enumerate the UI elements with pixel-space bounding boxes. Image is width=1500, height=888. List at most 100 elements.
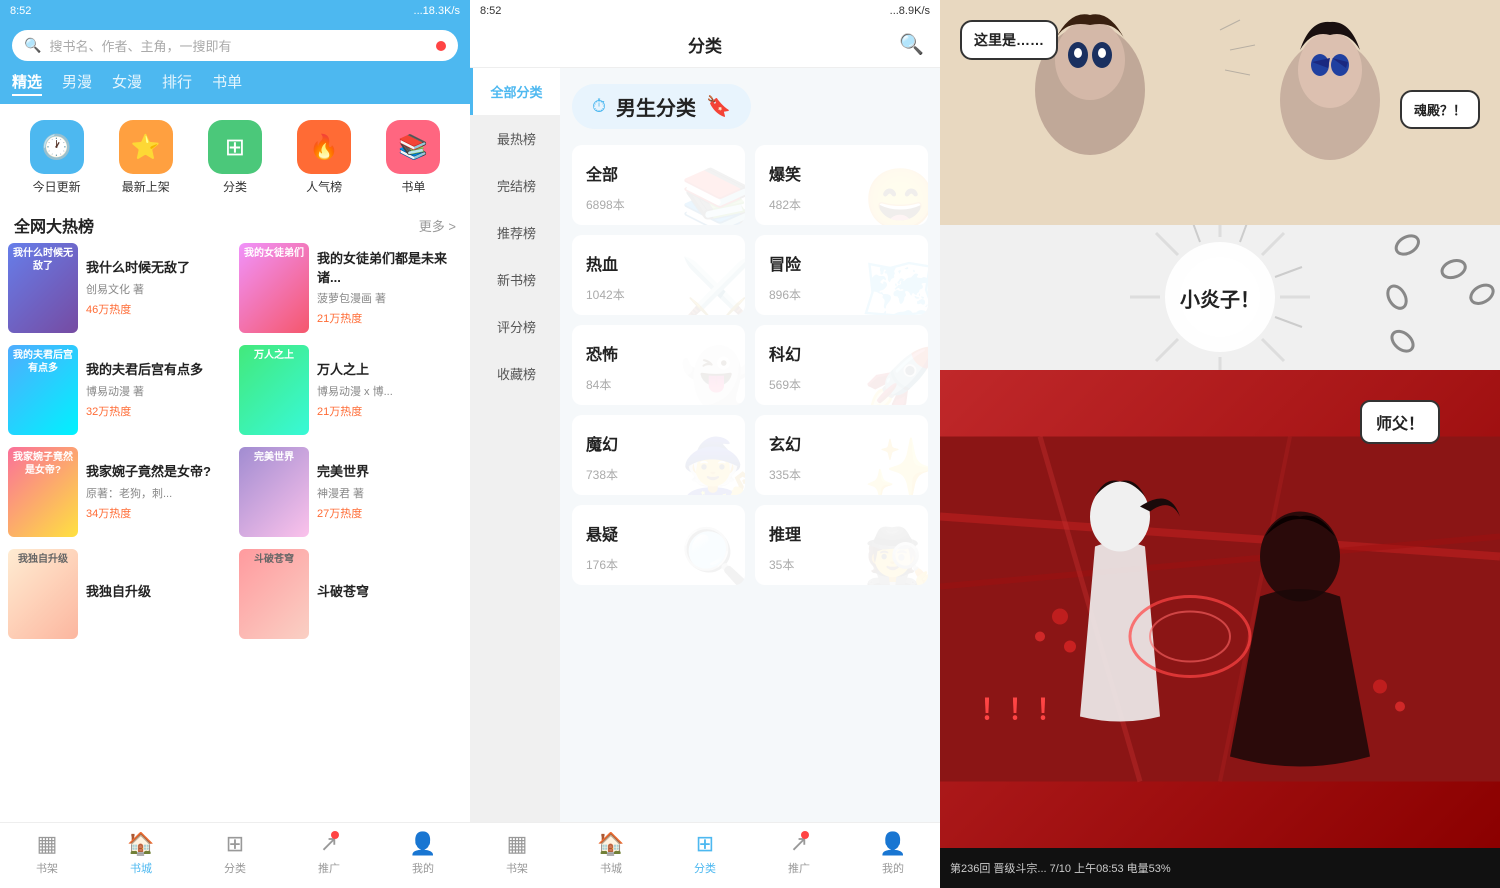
book-heat-6: 27万热度 — [317, 505, 462, 521]
cat-section-icon: ⏱ — [592, 96, 606, 117]
shelf-icon-1: ▦ — [37, 831, 58, 857]
nav-share-2[interactable]: ↗ 推广 — [752, 831, 846, 876]
book-item-4[interactable]: 万人之上 万人之上 博易动漫 x 博... 21万热度 — [239, 345, 462, 435]
bubble-1: 这里是…… — [960, 20, 1058, 60]
book-item-6[interactable]: 完美世界 完美世界 神漫君 著 27万热度 — [239, 447, 462, 537]
nav-bookstore-1[interactable]: 🏠 书城 — [94, 831, 188, 876]
cat-sidebar: 全部分类 最热榜 完结榜 推荐榜 新书榜 评分榜 收藏榜 — [470, 68, 560, 822]
book-info-4: 万人之上 博易动漫 x 博... 21万热度 — [317, 345, 462, 435]
tab-nanman[interactable]: 男漫 — [62, 69, 92, 96]
cat-card-all[interactable]: 全部 6898本 📚 — [572, 145, 745, 225]
cat-card-scifi[interactable]: 科幻 569本 🚀 — [755, 325, 928, 405]
cat-card-action[interactable]: 热血 1042本 ⚔️ — [572, 235, 745, 315]
nav-mine-1[interactable]: 👤 我的 — [376, 831, 470, 876]
book-info-2: 我的女徒弟们都是未来诸... 菠萝包漫画 著 21万热度 — [317, 243, 462, 333]
bottom-nav-2: ▦ 书架 🏠 书城 ⊞ 分类 ↗ 推广 👤 我的 — [470, 822, 940, 888]
search-placeholder: 搜书名、作者、主角，一搜即有 — [49, 36, 428, 55]
nav-category-1[interactable]: ⊞ 分类 — [188, 831, 282, 876]
sidebar-all[interactable]: 全部分类 — [470, 68, 560, 115]
bottom-nav-1: ▦ 书架 🏠 书城 ⊞ 分类 ↗ 推广 👤 我的 — [0, 822, 470, 888]
book-title-6: 完美世界 — [317, 463, 462, 481]
quick-icon-booklist[interactable]: 📚 书单 — [386, 120, 440, 195]
book-cover-4: 万人之上 — [239, 345, 309, 435]
hot-title: 全网大热榜 — [14, 213, 94, 237]
nav-category-2[interactable]: ⊞ 分类 — [658, 831, 752, 876]
tab-paihang[interactable]: 排行 — [162, 69, 192, 96]
tab-jingxuan[interactable]: 精选 — [12, 69, 42, 96]
cat-card-fantasy[interactable]: 魔幻 738本 🧙 — [572, 415, 745, 495]
book-row-3: 我家婉子竟然是女帝? 我家婉子竟然是女帝? 原著：老狗，刺... 34万热度 完… — [8, 447, 462, 537]
manga-panel-3[interactable]: 师父！ ！！！ — [940, 370, 1500, 848]
quick-icon-today[interactable]: 🕐 今日更新 — [30, 120, 84, 195]
exclamation-marks: ！！！ — [980, 688, 1064, 728]
cat-card-funny[interactable]: 爆笑 482本 😄 — [755, 145, 928, 225]
bookstore-label-2: 书城 — [600, 860, 622, 876]
panel-manga-reader: 这里是…… 魂殿？！ — [940, 0, 1500, 888]
book-item-3[interactable]: 我的夫君后宫有点多 我的夫君后宫有点多 博易动漫 著 32万热度 — [8, 345, 231, 435]
today-icon: 🕐 — [30, 120, 84, 174]
sidebar-new[interactable]: 新书榜 — [470, 256, 560, 303]
book-title-7: 我独自升级 — [86, 583, 231, 601]
popular-label: 人气榜 — [306, 178, 342, 195]
quick-icon-category[interactable]: ⊞ 分类 — [208, 120, 262, 195]
time-2: 8:52 — [480, 5, 501, 17]
book-item-8[interactable]: 斗破苍穹 斗破苍穹 — [239, 549, 462, 639]
book-item-5[interactable]: 我家婉子竟然是女帝? 我家婉子竟然是女帝? 原著：老狗，刺... 34万热度 — [8, 447, 231, 537]
book-row-1: 我什么时候无敌了 我什么时候无敌了 创易文化 著 46万热度 我的女徒弟们 我的… — [8, 243, 462, 333]
tab-shudian[interactable]: 书单 — [212, 69, 242, 96]
nav-share-1[interactable]: ↗ 推广 — [282, 831, 376, 876]
nav-mine-2[interactable]: 👤 我的 — [846, 831, 940, 876]
manga-panel-1[interactable]: 这里是…… 魂殿？！ — [940, 0, 1500, 225]
book-info-5: 我家婉子竟然是女帝? 原著：老狗，刺... 34万热度 — [86, 447, 231, 537]
sidebar-complete[interactable]: 完结榜 — [470, 162, 560, 209]
cat-card-adventure[interactable]: 冒险 896本 🗺 — [755, 235, 928, 315]
bubble-sifu: 师父！ — [1360, 400, 1440, 444]
search-input-wrap[interactable]: 🔍 搜书名、作者、主角，一搜即有 — [12, 30, 458, 61]
quick-icon-popular[interactable]: 🔥 人气榜 — [297, 120, 351, 195]
cat-search-icon[interactable]: 🔍 — [899, 32, 924, 57]
search-icon: 🔍 — [24, 37, 41, 54]
book-row-4: 我独自升级 我独自升级 斗破苍穹 斗破苍穹 — [8, 549, 462, 639]
cat-card-reasoning[interactable]: 推理 35本 🕵 — [755, 505, 928, 585]
manga-panel-2[interactable]: 小炎子！ — [940, 225, 1500, 370]
nav-bookstore-2[interactable]: 🏠 书城 — [564, 831, 658, 876]
book-author-1: 创易文化 著 — [86, 281, 231, 297]
sidebar-score[interactable]: 评分榜 — [470, 303, 560, 350]
book-item-1[interactable]: 我什么时候无敌了 我什么时候无敌了 创易文化 著 46万热度 — [8, 243, 231, 333]
booklist-label: 书单 — [401, 178, 425, 195]
sidebar-hot[interactable]: 最热榜 — [470, 115, 560, 162]
more-link[interactable]: 更多 > — [419, 216, 456, 235]
category-label-2: 分类 — [694, 860, 716, 876]
nav-shelf-2[interactable]: ▦ 书架 — [470, 831, 564, 876]
cat-card-mystery[interactable]: 悬疑 176本 🔍 — [572, 505, 745, 585]
nav-tabs: 精选 男漫 女漫 排行 书单 — [0, 69, 470, 104]
book-heat-2: 21万热度 — [317, 310, 462, 326]
tab-nvman[interactable]: 女漫 — [112, 69, 142, 96]
cat-main: ⏱ 男生分类 🔖 全部 6898本 📚 爆笑 482本 😄 热血 1 — [560, 68, 940, 822]
category-icon-2: ⊞ — [696, 831, 714, 857]
sidebar-recommend[interactable]: 推荐榜 — [470, 209, 560, 256]
quick-icons: 🕐 今日更新 ⭐ 最新上架 ⊞ 分类 🔥 人气榜 📚 书单 — [0, 104, 470, 203]
cat-grid: 全部 6898本 📚 爆笑 482本 😄 热血 1042本 ⚔️ 冒险 896本 — [572, 145, 928, 585]
hot-section-header: 全网大热榜 更多 > — [0, 203, 470, 243]
book-item-2[interactable]: 我的女徒弟们 我的女徒弟们都是未来诸... 菠萝包漫画 著 21万热度 — [239, 243, 462, 333]
nav-shelf-1[interactable]: ▦ 书架 — [0, 831, 94, 876]
manga-bottom-bar: 第236回 晋级斗宗... 7/10 上午08:53 电量53% — [940, 848, 1500, 888]
new-icon: ⭐ — [119, 120, 173, 174]
sidebar-collect[interactable]: 收藏榜 — [470, 350, 560, 397]
mine-label-2: 我的 — [882, 860, 904, 876]
mine-icon-1: 👤 — [409, 831, 436, 857]
cat-section-title: 男生分类 — [616, 92, 696, 121]
mine-icon-2: 👤 — [879, 831, 906, 857]
panel-categories: 8:52 ...8.9K/s 分类 🔍 全部分类 最热榜 完结榜 推荐榜 新书榜… — [470, 0, 940, 888]
mine-label-1: 我的 — [412, 860, 434, 876]
bookstore-icon-2: 🏠 — [597, 831, 624, 857]
new-label: 最新上架 — [122, 178, 170, 195]
cat-card-xuanhuan[interactable]: 玄幻 335本 ✨ — [755, 415, 928, 495]
cat-card-horror[interactable]: 恐怖 84本 👻 — [572, 325, 745, 405]
book-list: 我什么时候无敌了 我什么时候无敌了 创易文化 著 46万热度 我的女徒弟们 我的… — [0, 243, 470, 822]
quick-icon-new[interactable]: ⭐ 最新上架 — [119, 120, 173, 195]
book-item-7[interactable]: 我独自升级 我独自升级 — [8, 549, 231, 639]
book-info-7: 我独自升级 — [86, 549, 231, 639]
book-info-1: 我什么时候无敌了 创易文化 著 46万热度 — [86, 243, 231, 333]
